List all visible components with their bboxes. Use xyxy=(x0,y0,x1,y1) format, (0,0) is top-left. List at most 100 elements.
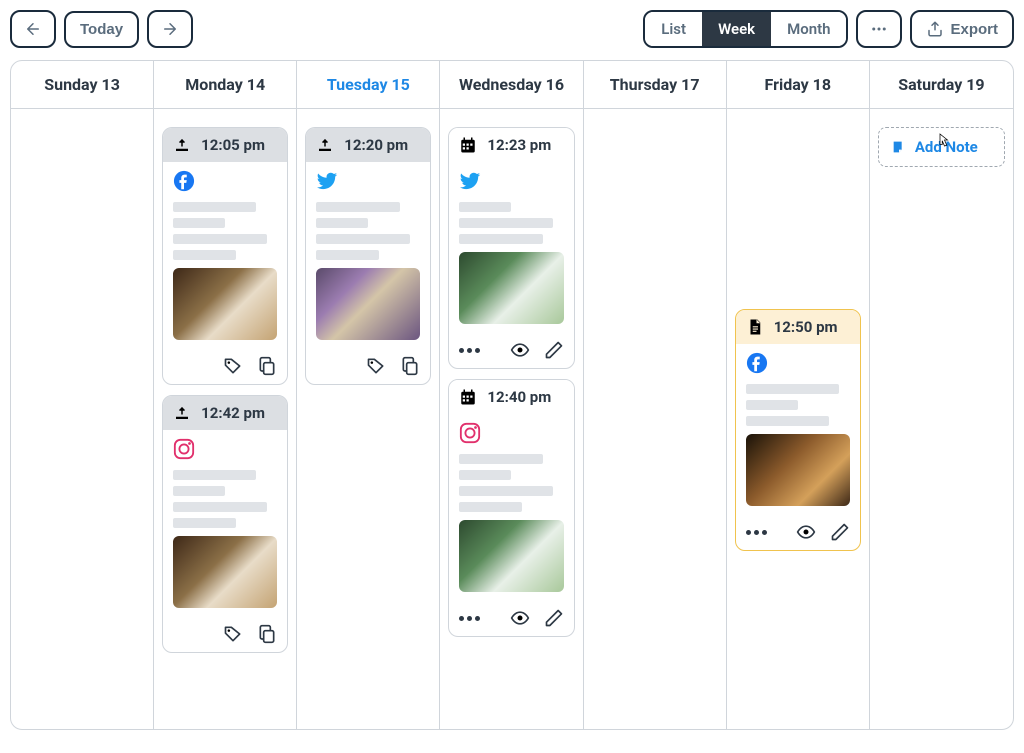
export-label: Export xyxy=(950,21,998,38)
card-body xyxy=(736,344,860,514)
post-time: 12:50 pm xyxy=(774,318,838,336)
card-body xyxy=(163,430,287,616)
post-thumbnail xyxy=(459,252,563,324)
day-column-thu[interactable] xyxy=(584,109,727,729)
toolbar-left: Today xyxy=(10,10,193,48)
content-preview xyxy=(746,384,850,426)
eye-icon[interactable] xyxy=(510,608,530,628)
toolbar-right: List Week Month Export xyxy=(643,10,1014,48)
facebook-icon xyxy=(173,170,277,196)
twitter-icon xyxy=(316,170,420,196)
note-icon xyxy=(891,139,907,155)
pencil-icon[interactable] xyxy=(830,522,850,542)
instagram-icon xyxy=(459,422,563,448)
dots-icon xyxy=(870,20,888,38)
card-body xyxy=(306,162,430,348)
day-header: Thursday 17 xyxy=(584,61,727,108)
upload-icon xyxy=(316,136,334,154)
post-card[interactable]: 12:40 pm xyxy=(448,379,574,637)
post-thumbnail xyxy=(459,520,563,592)
day-column-mon[interactable]: 12:05 pm 12:42 pm xyxy=(154,109,297,729)
post-card[interactable]: 12:23 pm xyxy=(448,127,574,369)
content-preview xyxy=(173,470,277,528)
day-header: Saturday 19 xyxy=(870,61,1013,108)
cursor-icon xyxy=(934,131,952,153)
post-card[interactable]: 12:42 pm xyxy=(162,395,288,653)
copy-icon[interactable] xyxy=(257,624,277,644)
calendar: Sunday 13 Monday 14 Tuesday 15 Wednesday… xyxy=(10,60,1014,730)
card-body xyxy=(449,414,573,600)
post-time: 12:23 pm xyxy=(487,136,551,154)
export-button[interactable]: Export xyxy=(910,10,1014,48)
view-list[interactable]: List xyxy=(645,12,702,46)
day-header: Sunday 13 xyxy=(11,61,154,108)
post-card-draft[interactable]: 12:50 pm xyxy=(735,309,861,551)
tag-icon[interactable] xyxy=(223,624,243,644)
content-preview xyxy=(459,202,563,244)
eye-icon[interactable] xyxy=(510,340,530,360)
post-thumbnail xyxy=(173,536,277,608)
view-month[interactable]: Month xyxy=(771,12,846,46)
twitter-icon xyxy=(459,170,563,196)
day-header: Wednesday 16 xyxy=(440,61,583,108)
card-footer xyxy=(163,616,287,652)
pencil-icon[interactable] xyxy=(544,340,564,360)
day-column-sat[interactable]: Add Note xyxy=(870,109,1013,729)
post-card[interactable]: 12:05 pm xyxy=(162,127,288,385)
next-button[interactable] xyxy=(147,10,193,48)
eye-icon[interactable] xyxy=(796,522,816,542)
view-toggle: List Week Month xyxy=(643,10,848,48)
card-body xyxy=(163,162,287,348)
export-icon xyxy=(926,20,944,38)
card-footer xyxy=(306,348,430,384)
card-body xyxy=(449,162,573,332)
tag-icon[interactable] xyxy=(223,356,243,376)
more-options-button[interactable] xyxy=(856,10,902,48)
view-week[interactable]: Week xyxy=(702,12,771,46)
card-header: 12:40 pm xyxy=(449,380,573,414)
pencil-icon[interactable] xyxy=(544,608,564,628)
post-time: 12:42 pm xyxy=(201,404,265,422)
content-preview xyxy=(459,454,563,512)
content-preview xyxy=(173,202,277,260)
more-icon[interactable] xyxy=(746,530,767,535)
day-column-fri[interactable]: 12:50 pm xyxy=(727,109,870,729)
more-icon[interactable] xyxy=(459,616,480,621)
card-footer xyxy=(449,332,573,368)
prev-button[interactable] xyxy=(10,10,56,48)
post-time: 12:40 pm xyxy=(487,388,551,406)
post-thumbnail xyxy=(746,434,850,506)
card-header: 12:20 pm xyxy=(306,128,430,162)
tag-icon[interactable] xyxy=(366,356,386,376)
calendar-icon xyxy=(459,388,477,406)
today-button[interactable]: Today xyxy=(64,11,139,48)
day-header: Monday 14 xyxy=(154,61,297,108)
day-header: Friday 18 xyxy=(727,61,870,108)
facebook-icon xyxy=(746,352,850,378)
card-header: 12:23 pm xyxy=(449,128,573,162)
toolbar: Today List Week Month Export xyxy=(10,10,1014,48)
arrow-left-icon xyxy=(24,20,42,38)
post-thumbnail xyxy=(173,268,277,340)
more-icon[interactable] xyxy=(459,348,480,353)
day-column-sun[interactable] xyxy=(11,109,154,729)
copy-icon[interactable] xyxy=(400,356,420,376)
card-header: 12:05 pm xyxy=(163,128,287,162)
post-card[interactable]: 12:20 pm xyxy=(305,127,431,385)
upload-icon xyxy=(173,404,191,422)
arrow-right-icon xyxy=(161,20,179,38)
post-thumbnail xyxy=(316,268,420,340)
content-preview xyxy=(316,202,420,260)
instagram-icon xyxy=(173,438,277,464)
day-column-wed[interactable]: 12:23 pm 12:40 pm xyxy=(440,109,583,729)
document-icon xyxy=(746,318,764,336)
card-header: 12:42 pm xyxy=(163,396,287,430)
post-time: 12:05 pm xyxy=(201,136,265,154)
calendar-header: Sunday 13 Monday 14 Tuesday 15 Wednesday… xyxy=(11,61,1013,109)
day-header-today: Tuesday 15 xyxy=(297,61,440,108)
post-time: 12:20 pm xyxy=(344,136,408,154)
copy-icon[interactable] xyxy=(257,356,277,376)
calendar-body: 12:05 pm 12:42 pm xyxy=(11,109,1013,729)
upload-icon xyxy=(173,136,191,154)
day-column-tue[interactable]: 12:20 pm xyxy=(297,109,440,729)
